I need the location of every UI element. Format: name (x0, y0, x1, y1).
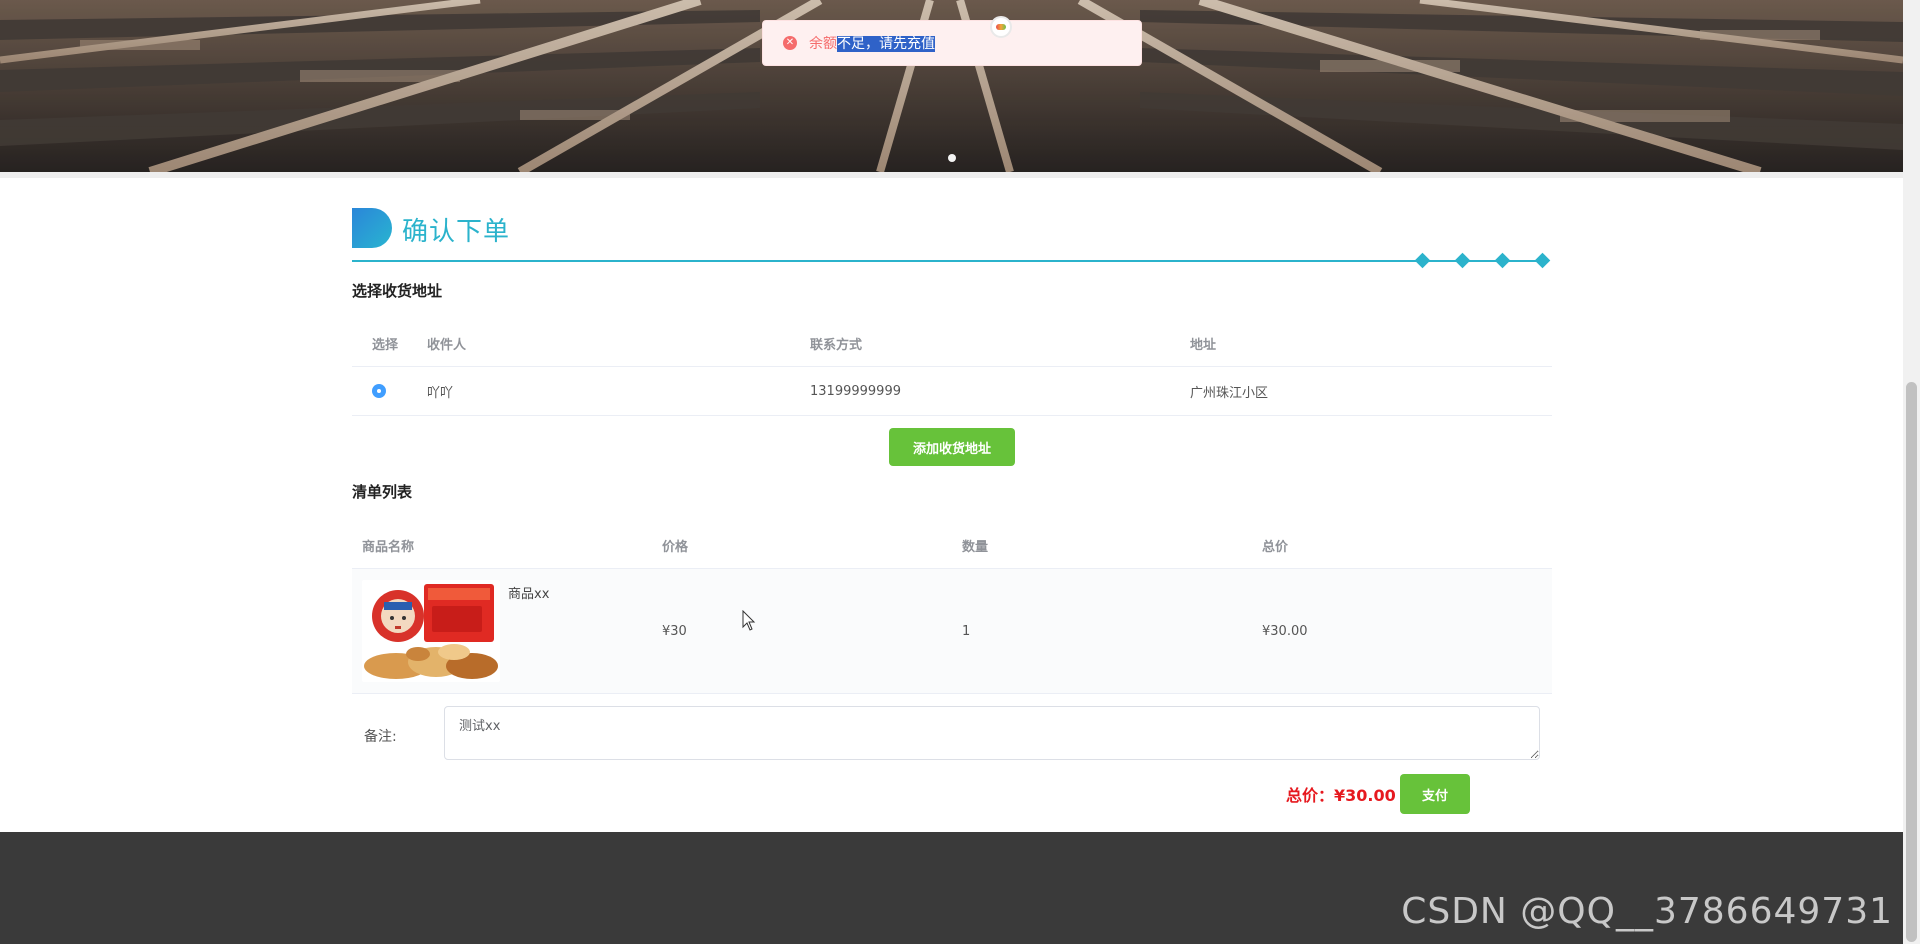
item-row: 商品xx ¥30 1 ¥30.00 (352, 569, 1552, 694)
diamond-icon (1454, 252, 1471, 269)
page-footer: CSDN @QQ__3786649731 (0, 832, 1903, 944)
pay-button[interactable]: 支付 (1400, 774, 1470, 814)
remark-label: 备注: (364, 729, 397, 745)
address-row[interactable]: 吖吖 13199999999 广州珠江小区 (352, 367, 1552, 416)
scrollbar-thumb[interactable] (1906, 382, 1917, 942)
item-total: ¥30.00 (1262, 623, 1308, 639)
address-contact: 13199999999 (810, 383, 901, 399)
items-section-title: 清单列表 (352, 483, 413, 501)
page-header: 确认下单 (352, 208, 1552, 269)
page-title: 确认下单 (402, 217, 511, 247)
column-header-total: 总价 (1262, 539, 1289, 555)
item-price: ¥30 (662, 623, 687, 639)
diamond-icon (1494, 252, 1511, 269)
address-recipient: 吖吖 (427, 385, 454, 401)
address-table: 选择 收件人 联系方式 地址 吖吖 13199999999 广州珠江小区 (352, 320, 1552, 416)
address-radio-selected[interactable] (372, 384, 386, 398)
carousel-indicators (0, 154, 1903, 162)
toast-message: 余额不足，请先充值 (809, 33, 935, 53)
banner-divider (0, 172, 1903, 178)
title-badge-icon (352, 208, 392, 248)
close-circle-icon: ✕ (783, 36, 797, 50)
mouse-cursor-icon (742, 610, 756, 631)
product-name: 商品xx (508, 587, 550, 602)
address-detail: 广州珠江小区 (1190, 385, 1269, 401)
diamond-icon (1414, 252, 1431, 269)
toast-text-selected: 不足，请先充值 (837, 36, 935, 52)
column-header-quantity: 数量 (962, 539, 989, 555)
order-total: 总价：¥30.00 (1286, 786, 1396, 805)
page-viewport: ✕ 余额不足，请先充值 确认下单 选择收货地址 选择 收件人 联系方式 地址 吖… (0, 0, 1903, 944)
title-underline (352, 260, 1540, 262)
address-section-title: 选择收货地址 (352, 282, 443, 300)
carousel-dot-active[interactable] (947, 154, 956, 162)
add-address-button[interactable]: 添加收货地址 (889, 428, 1015, 466)
remark-textarea[interactable]: 测试xx (444, 706, 1540, 760)
column-header-price: 价格 (662, 539, 689, 555)
vertical-scrollbar[interactable] (1903, 0, 1920, 944)
items-table-header: 商品名称 价格 数量 总价 (352, 522, 1552, 569)
watermark-text: CSDN @QQ__3786649731 (1401, 891, 1893, 932)
column-header-select: 选择 (372, 337, 399, 353)
item-thumbnail-cell: 商品xx (362, 569, 549, 693)
address-table-header: 选择 收件人 联系方式 地址 (352, 320, 1552, 367)
column-header-recipient: 收件人 (427, 337, 467, 353)
column-header-address: 地址 (1190, 337, 1217, 353)
diamond-icon (1534, 252, 1551, 269)
flower-logo-icon (990, 16, 1012, 38)
column-header-name: 商品名称 (362, 539, 415, 555)
error-toast: ✕ 余额不足，请先充值 (762, 20, 1142, 66)
item-quantity: 1 (962, 623, 971, 639)
product-image-art (362, 580, 500, 682)
product-image[interactable] (362, 580, 500, 682)
address-radio-cell[interactable] (372, 367, 386, 415)
column-header-contact: 联系方式 (810, 337, 863, 353)
items-table: 商品名称 价格 数量 总价 商品xx ¥30 1 ¥30.00 (352, 522, 1552, 694)
toast-text-prefix: 余额 (809, 36, 837, 52)
